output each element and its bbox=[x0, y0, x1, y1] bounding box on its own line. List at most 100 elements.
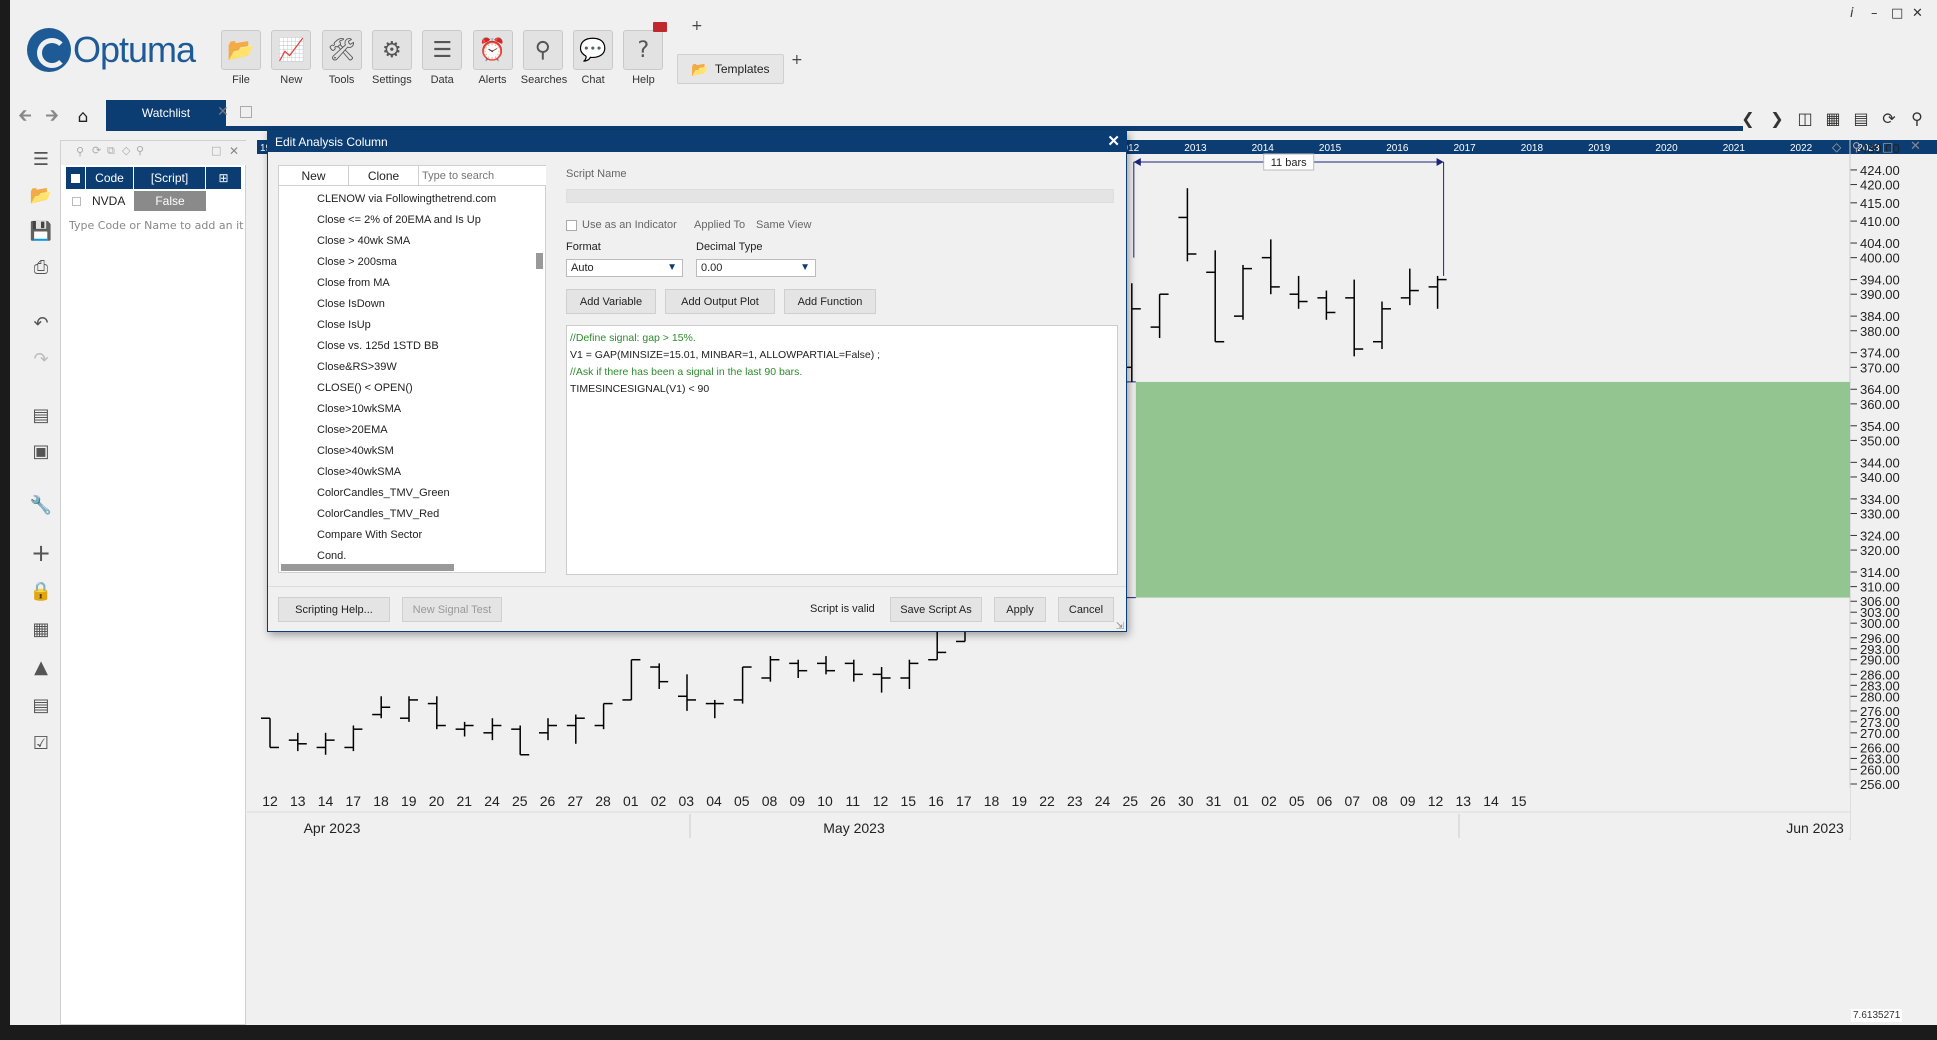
add-function-button[interactable]: Add Function bbox=[784, 289, 876, 314]
toolbar-help-button[interactable]: ? Help bbox=[621, 30, 665, 90]
list-item[interactable]: Close vs. 125d 1STD BB bbox=[279, 335, 537, 356]
apply-button[interactable]: Apply bbox=[994, 597, 1046, 622]
tab-watchlist[interactable]: Watchlist bbox=[106, 100, 226, 126]
script-list-scrollbar[interactable] bbox=[536, 188, 543, 566]
new-script-button[interactable]: New bbox=[279, 166, 349, 186]
list-item[interactable]: Close IsUp bbox=[279, 314, 537, 335]
list-item[interactable]: Close>10wkSMA bbox=[279, 398, 537, 419]
wrench-icon[interactable]: 🔧 bbox=[26, 490, 56, 520]
print-icon[interactable]: ⎙ bbox=[26, 252, 56, 282]
toolbar-file-button[interactable]: 📂 File bbox=[219, 30, 263, 90]
chart-diamond-icon[interactable]: ◇ bbox=[1832, 140, 1841, 154]
scripting-help-button[interactable]: Scripting Help... bbox=[278, 597, 390, 622]
gap-zone[interactable] bbox=[1135, 381, 1850, 598]
add-variable-button[interactable]: Add Variable bbox=[566, 289, 656, 314]
search-small-icon[interactable]: ⚲ bbox=[76, 145, 84, 158]
list-item[interactable]: Close IsDown bbox=[279, 293, 537, 314]
checklist-icon[interactable]: ☑ bbox=[26, 728, 56, 758]
list-item[interactable]: Close <= 2% of 20EMA and Is Up bbox=[279, 209, 537, 230]
list-icon[interactable]: ☰ bbox=[26, 144, 56, 174]
hatch-grid-icon[interactable]: ▦ bbox=[26, 614, 56, 644]
user-stack-icon[interactable]: ▲ bbox=[26, 652, 56, 682]
toolbar-data-button[interactable]: ☰ Data bbox=[420, 30, 464, 90]
minimize-icon[interactable]: – bbox=[1871, 6, 1878, 21]
list-item[interactable]: Close>40wkSM bbox=[279, 440, 537, 461]
list-item[interactable]: Close from MA bbox=[279, 272, 537, 293]
pin-small-icon[interactable]: ⚲ bbox=[136, 144, 144, 157]
close-panel-icon[interactable]: ✕ bbox=[229, 144, 239, 158]
redo-icon[interactable]: ↷ bbox=[26, 344, 56, 374]
resize-grip-icon[interactable]: ⇲ bbox=[1116, 621, 1124, 632]
document-icon[interactable]: ▤ bbox=[26, 690, 56, 720]
new-tab-icon[interactable] bbox=[240, 106, 252, 118]
list-item[interactable]: Close>20EMA bbox=[279, 419, 537, 440]
decimal-type-select[interactable]: 0.00 ▼ bbox=[696, 259, 816, 277]
use-as-indicator-checkbox[interactable] bbox=[566, 220, 577, 231]
chevron-left-icon[interactable]: ❮ bbox=[1735, 106, 1761, 130]
list-item[interactable]: Cond. bbox=[279, 545, 537, 564]
undo-icon[interactable]: ↶ bbox=[26, 308, 56, 338]
back-icon[interactable]: 🡰 bbox=[13, 106, 37, 128]
templates-button[interactable]: 📂 Templates bbox=[677, 54, 784, 84]
save-script-as-button[interactable]: Save Script As bbox=[890, 597, 982, 622]
chart-close-icon[interactable]: ✕ bbox=[1910, 139, 1921, 154]
list-item[interactable]: ColorCandles_TMV_Green bbox=[279, 482, 537, 503]
add-column-icon[interactable]: ⊞ bbox=[206, 167, 242, 189]
add-output-plot-button[interactable]: Add Output Plot bbox=[665, 289, 775, 314]
script-name-field[interactable] bbox=[566, 189, 1114, 203]
script-list-hscrollbar[interactable] bbox=[281, 564, 454, 571]
dialog-close-icon[interactable]: ✕ bbox=[1107, 132, 1120, 150]
home-icon[interactable]: ⌂ bbox=[71, 106, 95, 128]
close-window-icon[interactable]: ✕ bbox=[1912, 6, 1923, 21]
toolbar-settings-button[interactable]: ⚙ Settings bbox=[370, 30, 414, 90]
lock-icon[interactable]: 🔒 bbox=[26, 576, 56, 606]
list-item[interactable]: Close>40wkSMA bbox=[279, 461, 537, 482]
script-search-input[interactable] bbox=[419, 166, 546, 186]
list-item[interactable]: Compare With Sector bbox=[279, 524, 537, 545]
scrollbar-thumb[interactable] bbox=[536, 253, 543, 269]
info-icon[interactable]: i bbox=[1850, 6, 1854, 21]
layout-columns-icon[interactable]: ◫ bbox=[1792, 106, 1818, 130]
applied-to-value[interactable]: Same View bbox=[756, 219, 811, 231]
chart-maximize-icon[interactable]: □ bbox=[1882, 140, 1893, 154]
refresh-small-icon[interactable]: ⟳ bbox=[92, 144, 101, 157]
refresh-icon[interactable]: ⟳ bbox=[1876, 106, 1902, 130]
table-row[interactable]: NVDA False bbox=[66, 191, 242, 211]
grid-icon[interactable]: ▦ bbox=[1820, 106, 1846, 130]
image-export-icon[interactable]: ▣ bbox=[26, 436, 56, 466]
forward-icon[interactable]: 🡲 bbox=[40, 106, 64, 128]
script-editor[interactable]: //Define signal: gap > 15%. V1 = GAP(MINS… bbox=[566, 325, 1118, 575]
maximize-icon[interactable]: □ bbox=[1891, 6, 1903, 21]
copy-small-icon[interactable]: ⧉ bbox=[107, 144, 115, 158]
maximize-panel-icon[interactable]: □ bbox=[211, 144, 221, 157]
toolbar-new-button[interactable]: 📈 New bbox=[269, 30, 313, 90]
list-item[interactable]: ColorCandles_TMV_Red bbox=[279, 503, 537, 524]
row-checkbox[interactable] bbox=[66, 191, 86, 211]
toolbar-tools-button[interactable]: 🛠 Tools bbox=[320, 30, 364, 90]
add-toolbar-group-button[interactable]: + bbox=[691, 18, 703, 34]
new-signal-test-button[interactable]: New Signal Test bbox=[402, 597, 502, 622]
clone-script-button[interactable]: Clone bbox=[349, 166, 419, 186]
list-item[interactable]: Close > 40wk SMA bbox=[279, 230, 537, 251]
unread-mail-icon[interactable] bbox=[653, 22, 667, 32]
add-symbol-input[interactable]: Type Code or Name to add an it bbox=[69, 219, 243, 232]
select-all-checkbox[interactable] bbox=[66, 167, 86, 189]
window-list-icon[interactable]: ▤ bbox=[1848, 106, 1874, 130]
add-template-button[interactable]: + bbox=[791, 52, 803, 68]
chevron-right-icon[interactable]: ❯ bbox=[1764, 106, 1790, 130]
format-select[interactable]: Auto ▼ bbox=[566, 259, 683, 277]
column-script[interactable]: [Script] bbox=[134, 167, 206, 189]
list-item[interactable]: Close&RS>39W bbox=[279, 356, 537, 377]
column-code[interactable]: Code bbox=[86, 167, 134, 189]
toolbar-searches-button[interactable]: ⚲ Searches bbox=[521, 30, 567, 90]
plus-icon[interactable]: + bbox=[26, 538, 56, 568]
search-icon[interactable]: ⚲ bbox=[1904, 106, 1930, 130]
chart-pin-icon[interactable]: ⚲ bbox=[1852, 140, 1861, 154]
list-item[interactable]: CLENOW via Followingthetrend.com bbox=[279, 188, 537, 209]
chart-page-icon[interactable]: ▤ bbox=[26, 400, 56, 430]
save-icon[interactable]: 💾 bbox=[26, 216, 56, 246]
list-item[interactable]: Close > 200sma bbox=[279, 251, 537, 272]
open-folder-icon[interactable]: 📂 bbox=[26, 180, 56, 210]
diamond-small-icon[interactable]: ◇ bbox=[122, 144, 130, 157]
toolbar-alerts-button[interactable]: ⏰ Alerts bbox=[471, 30, 515, 90]
